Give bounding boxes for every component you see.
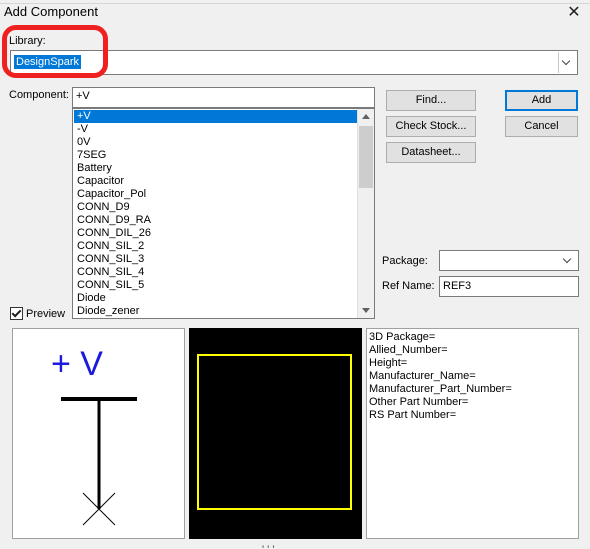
- cancel-button[interactable]: Cancel: [505, 116, 578, 137]
- ref-name-input[interactable]: REF3: [439, 276, 579, 297]
- ref-name-label: Ref Name:: [382, 280, 435, 292]
- list-item[interactable]: Diode_zener: [74, 305, 358, 318]
- list-item[interactable]: +V: [74, 110, 358, 123]
- info-line: Manufacturer_Part_Number=: [369, 383, 512, 395]
- list-item[interactable]: CONN_D9: [74, 201, 358, 214]
- symbol-label: + V: [51, 345, 103, 383]
- component-list[interactable]: +V -V 0V 7SEG Battery Capacitor Capacitor_Pol C…: [72, 108, 375, 319]
- scroll-down-icon[interactable]: [362, 308, 370, 313]
- chevron-down-icon: [562, 254, 572, 264]
- annotation-highlight-ring: [2, 25, 108, 78]
- info-line: RS Part Number=: [369, 409, 457, 421]
- chevron-down-icon: [561, 56, 571, 66]
- component-info-lines: 3D Package= Allied_Number= Height= Manufact…: [369, 331, 512, 422]
- component-input[interactable]: +V: [72, 87, 375, 108]
- symbol-preview: + V: [12, 328, 185, 539]
- find-button[interactable]: Find...: [386, 90, 476, 111]
- footprint-outline: [197, 354, 352, 510]
- component-list-items: +V -V 0V 7SEG Battery Capacitor Capacitor_Pol C…: [74, 110, 358, 318]
- component-label: Component:: [9, 89, 69, 101]
- info-line: Other Part Number=: [369, 396, 469, 408]
- package-label: Package:: [382, 255, 428, 267]
- datasheet-button[interactable]: Datasheet...: [386, 142, 476, 163]
- check-stock-button[interactable]: Check Stock...: [386, 116, 476, 137]
- add-button[interactable]: Add: [505, 90, 578, 111]
- footprint-drawing: [197, 354, 352, 510]
- list-item[interactable]: CONN_SIL_5: [74, 279, 358, 292]
- scroll-thumb[interactable]: [359, 126, 373, 188]
- window-title: Add Component: [4, 4, 98, 19]
- symbol-drawing: + V: [51, 345, 137, 526]
- close-icon[interactable]: ✕: [564, 3, 584, 23]
- bottom-clipped-text: ' ' ': [262, 544, 274, 549]
- library-dropdown-button[interactable]: [558, 52, 576, 73]
- info-line: Manufacturer_Name=: [369, 370, 476, 382]
- list-item[interactable]: CONN_SIL_4: [74, 266, 358, 279]
- info-line: Allied_Number=: [369, 344, 448, 356]
- info-line: 3D Package=: [369, 331, 436, 343]
- list-item[interactable]: -V: [74, 123, 358, 136]
- list-item[interactable]: CONN_SIL_3: [74, 253, 358, 266]
- list-item[interactable]: 0V: [74, 136, 358, 149]
- footprint-preview: [189, 328, 362, 539]
- list-item[interactable]: Diode: [74, 292, 358, 305]
- list-item[interactable]: CONN_D9_RA: [74, 214, 358, 227]
- list-item[interactable]: 7SEG: [74, 149, 358, 162]
- preview-checkbox[interactable]: [10, 307, 23, 320]
- checkmark-icon: [11, 307, 22, 318]
- list-item[interactable]: CONN_DIL_26: [74, 227, 358, 240]
- list-item[interactable]: Capacitor_Pol: [74, 188, 358, 201]
- list-item[interactable]: CONN_SIL_2: [74, 240, 358, 253]
- preview-label: Preview: [26, 308, 66, 320]
- list-scrollbar[interactable]: [357, 109, 374, 318]
- list-item[interactable]: Capacitor: [74, 175, 358, 188]
- scroll-up-icon[interactable]: [362, 114, 370, 119]
- package-combobox[interactable]: [439, 250, 579, 271]
- info-line: Height=: [369, 357, 408, 369]
- list-item[interactable]: Battery: [74, 162, 358, 175]
